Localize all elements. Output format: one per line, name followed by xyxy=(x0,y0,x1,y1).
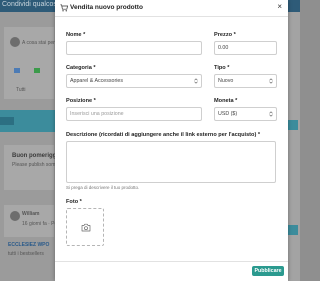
background-photo-icon xyxy=(14,68,20,73)
sell-product-modal: Vendita nuovo prodotto × Nome * Prezzo *… xyxy=(55,0,288,281)
currency-label: Moneta * xyxy=(214,98,238,104)
category-select[interactable]: Apparel & Accessories xyxy=(66,74,202,88)
modal-title: Vendita nuovo prodotto xyxy=(70,4,143,11)
background-bottom-text: tutti i bestsellers xyxy=(8,251,44,257)
name-input[interactable] xyxy=(66,41,202,55)
photo-label: Foto * xyxy=(66,199,82,205)
description-textarea[interactable] xyxy=(66,141,276,183)
modal-header: Vendita nuovo prodotto × xyxy=(55,0,288,17)
name-label: Nome * xyxy=(66,32,86,38)
location-input[interactable]: Inserisci una posizione xyxy=(66,107,202,121)
modal-footer: Pubblicare xyxy=(55,261,288,281)
background-banner-accent xyxy=(0,117,14,125)
close-icon[interactable]: × xyxy=(277,3,282,11)
location-label: Posizione * xyxy=(66,98,96,104)
chevron-updown-icon xyxy=(269,78,273,84)
background-user-avatar xyxy=(10,211,20,221)
currency-select[interactable]: USD ($) xyxy=(214,107,277,121)
price-input[interactable]: 0.00 xyxy=(214,41,277,55)
category-label: Categoria * xyxy=(66,65,96,71)
category-select-value: Apparel & Accessories xyxy=(70,78,123,84)
background-filter-label: Tutti xyxy=(16,87,26,93)
price-label: Prezzo * xyxy=(214,32,236,38)
background-user-name: William xyxy=(22,211,40,217)
type-label: Tipo * xyxy=(214,65,230,71)
background-avatar xyxy=(10,37,20,47)
chevron-updown-icon xyxy=(269,111,273,117)
chevron-updown-icon xyxy=(194,78,198,84)
type-select-value: Nuovo xyxy=(218,78,234,84)
shopping-cart-icon xyxy=(60,4,68,12)
background-link: ECCLESIEZ WPO xyxy=(8,242,50,248)
publish-button[interactable]: Pubblicare xyxy=(252,266,284,276)
description-label: Descrizione (ricordati di aggiungere anc… xyxy=(66,132,261,138)
currency-select-value: USD ($) xyxy=(218,111,238,117)
background-video-icon xyxy=(34,68,40,73)
background-topbar-text: Condividi qualcosa xyxy=(2,1,61,8)
camera-icon xyxy=(81,223,91,232)
photo-upload-area[interactable] xyxy=(66,208,104,246)
type-select[interactable]: Nuovo xyxy=(214,74,277,88)
description-helper-text: Si prega di descrivere il tuo prodotto. xyxy=(66,185,140,190)
